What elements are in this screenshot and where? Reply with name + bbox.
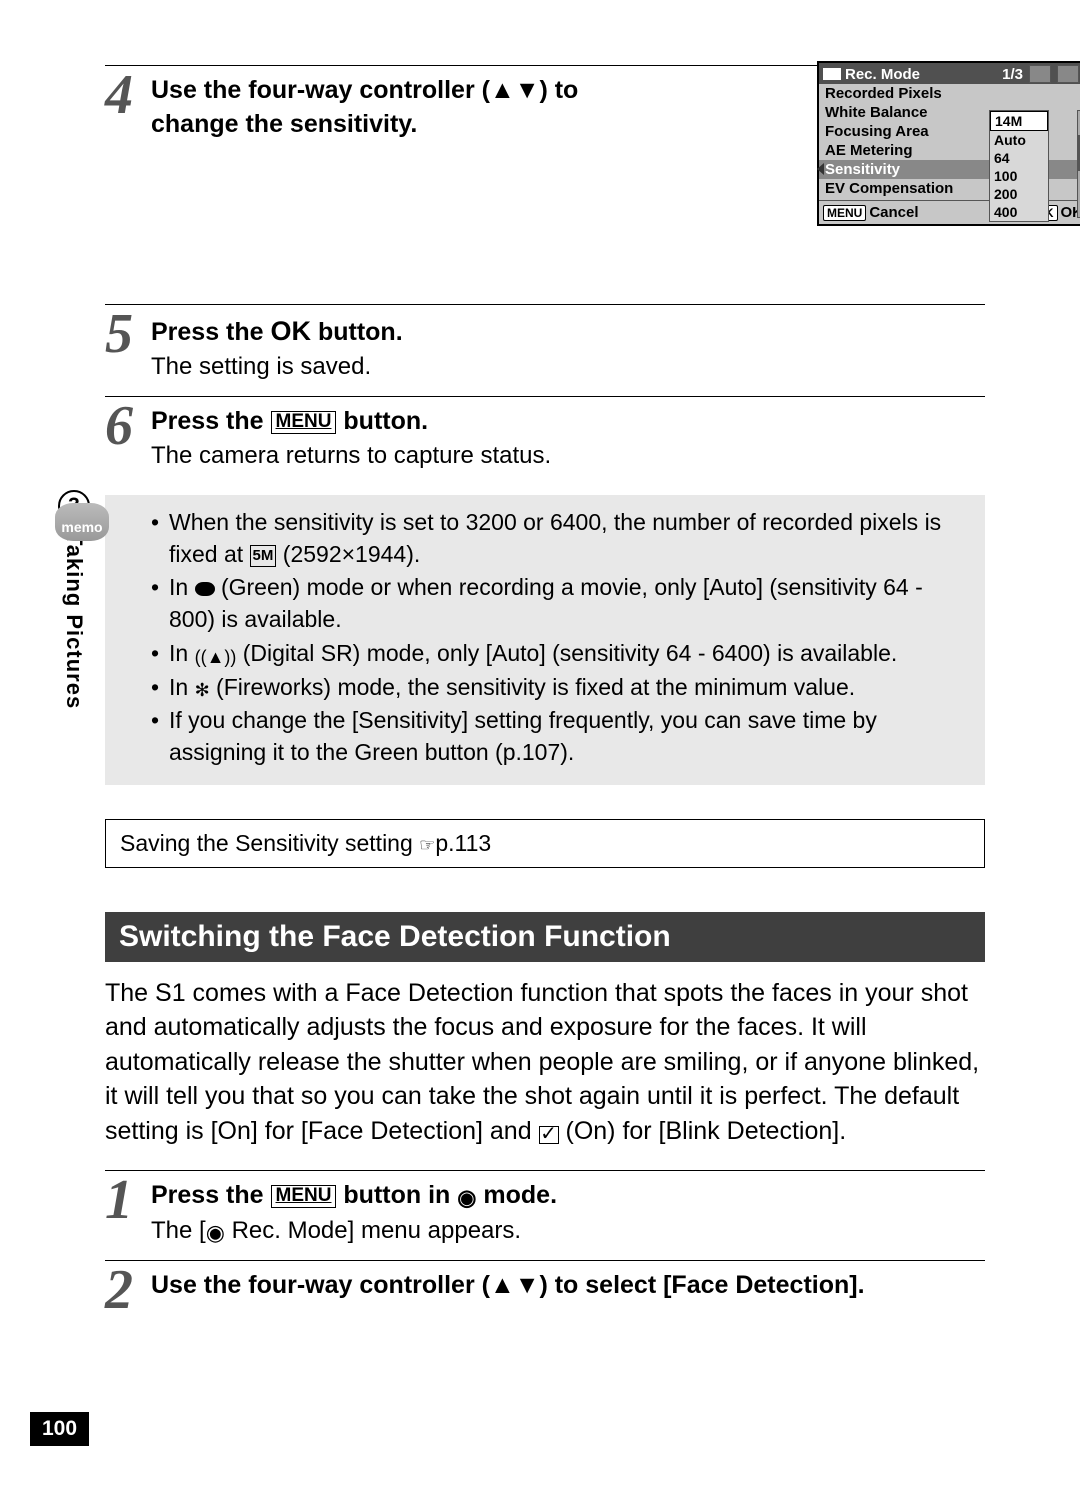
menu-row: Recorded Pixels: [819, 84, 1080, 103]
pointer-icon: ☞: [419, 835, 435, 855]
step-description: The setting is saved.: [151, 351, 985, 383]
camera-icon: [823, 68, 841, 80]
up-down-arrows-icon: ▲▼: [490, 1271, 540, 1299]
camera-icon: ◉: [206, 1218, 225, 1248]
camera-icon: ◉: [457, 1183, 476, 1213]
memo-item: If you change the [Sensitivity] setting …: [151, 705, 971, 768]
memo-item: In ((▲)) (Digital SR) mode, only [Auto] …: [151, 638, 971, 670]
step-number: 5: [105, 313, 151, 384]
page-number: 100: [30, 1412, 89, 1446]
step-5: 5 Press the OK button. The setting is sa…: [105, 304, 985, 384]
step-number: 2: [105, 1269, 151, 1311]
step-number: 6: [105, 405, 151, 473]
chapter-title: Taking Pictures: [61, 532, 87, 709]
up-down-arrows-icon: ▲▼: [490, 76, 540, 104]
section-heading: Switching the Face Detection Function: [105, 912, 985, 962]
step-heading: Press the OK button.: [151, 313, 985, 350]
step-heading: Use the four-way controller (▲▼) to chan…: [151, 74, 651, 142]
step-b2: 2 Use the four-way controller (▲▼) to se…: [105, 1260, 985, 1311]
memo-item: When the sensitivity is set to 3200 or 6…: [151, 507, 971, 570]
lcd-menu-screenshot: Rec. Mode 1/3 Recorded Pixels White Bala…: [817, 61, 1080, 226]
digital-sr-icon: ((▲)): [195, 645, 237, 670]
tab-icon: [1057, 65, 1079, 83]
memo-item: In ✻ (Fireworks) mode, the sensitivity i…: [151, 672, 971, 704]
menu-key-icon: MENU: [823, 205, 866, 221]
menu-page: 1/3: [1002, 66, 1023, 83]
page-content: 4 Use the four-way controller (▲▼) to ch…: [105, 65, 985, 1323]
step-number: 1: [105, 1179, 151, 1247]
menu-header: Rec. Mode 1/3: [819, 63, 1080, 84]
step-heading: Press the MENU button in ◉ mode.: [151, 1179, 985, 1213]
menu-value-column: 14M Auto 64 100 200 400: [989, 110, 1049, 222]
step-b1: 1 Press the MENU button in ◉ mode. The […: [105, 1170, 985, 1247]
tab-icon: [1029, 65, 1051, 83]
menu-title: Rec. Mode: [845, 66, 920, 83]
section-paragraph: The S1 comes with a Face Detection funct…: [105, 976, 985, 1149]
cross-reference-box: Saving the Sensitivity setting ☞p.113: [105, 819, 985, 868]
ok-button-label: OK: [271, 316, 312, 346]
step-description: The [◉ Rec. Mode] menu appears.: [151, 1215, 985, 1248]
step-heading: Use the four-way controller (▲▼) to sele…: [151, 1269, 985, 1303]
memo-item: In (Green) mode or when recording a movi…: [151, 572, 971, 635]
step-number: 4: [105, 74, 151, 142]
menu-button-label: MENU: [271, 411, 337, 434]
step-6: 6 Press the MENU button. The camera retu…: [105, 396, 985, 473]
memo-box: memo When the sensitivity is set to 3200…: [105, 495, 985, 785]
menu-button-label: MENU: [271, 1185, 337, 1208]
5m-icon: 5M: [250, 545, 277, 568]
memo-icon: memo: [55, 503, 109, 541]
step-heading: Press the MENU button.: [151, 405, 985, 439]
fireworks-icon: ✻: [195, 678, 210, 703]
green-mode-icon: [195, 582, 215, 596]
step-description: The camera returns to capture status.: [151, 440, 985, 472]
checkbox-on-icon: ✓: [539, 1126, 559, 1144]
